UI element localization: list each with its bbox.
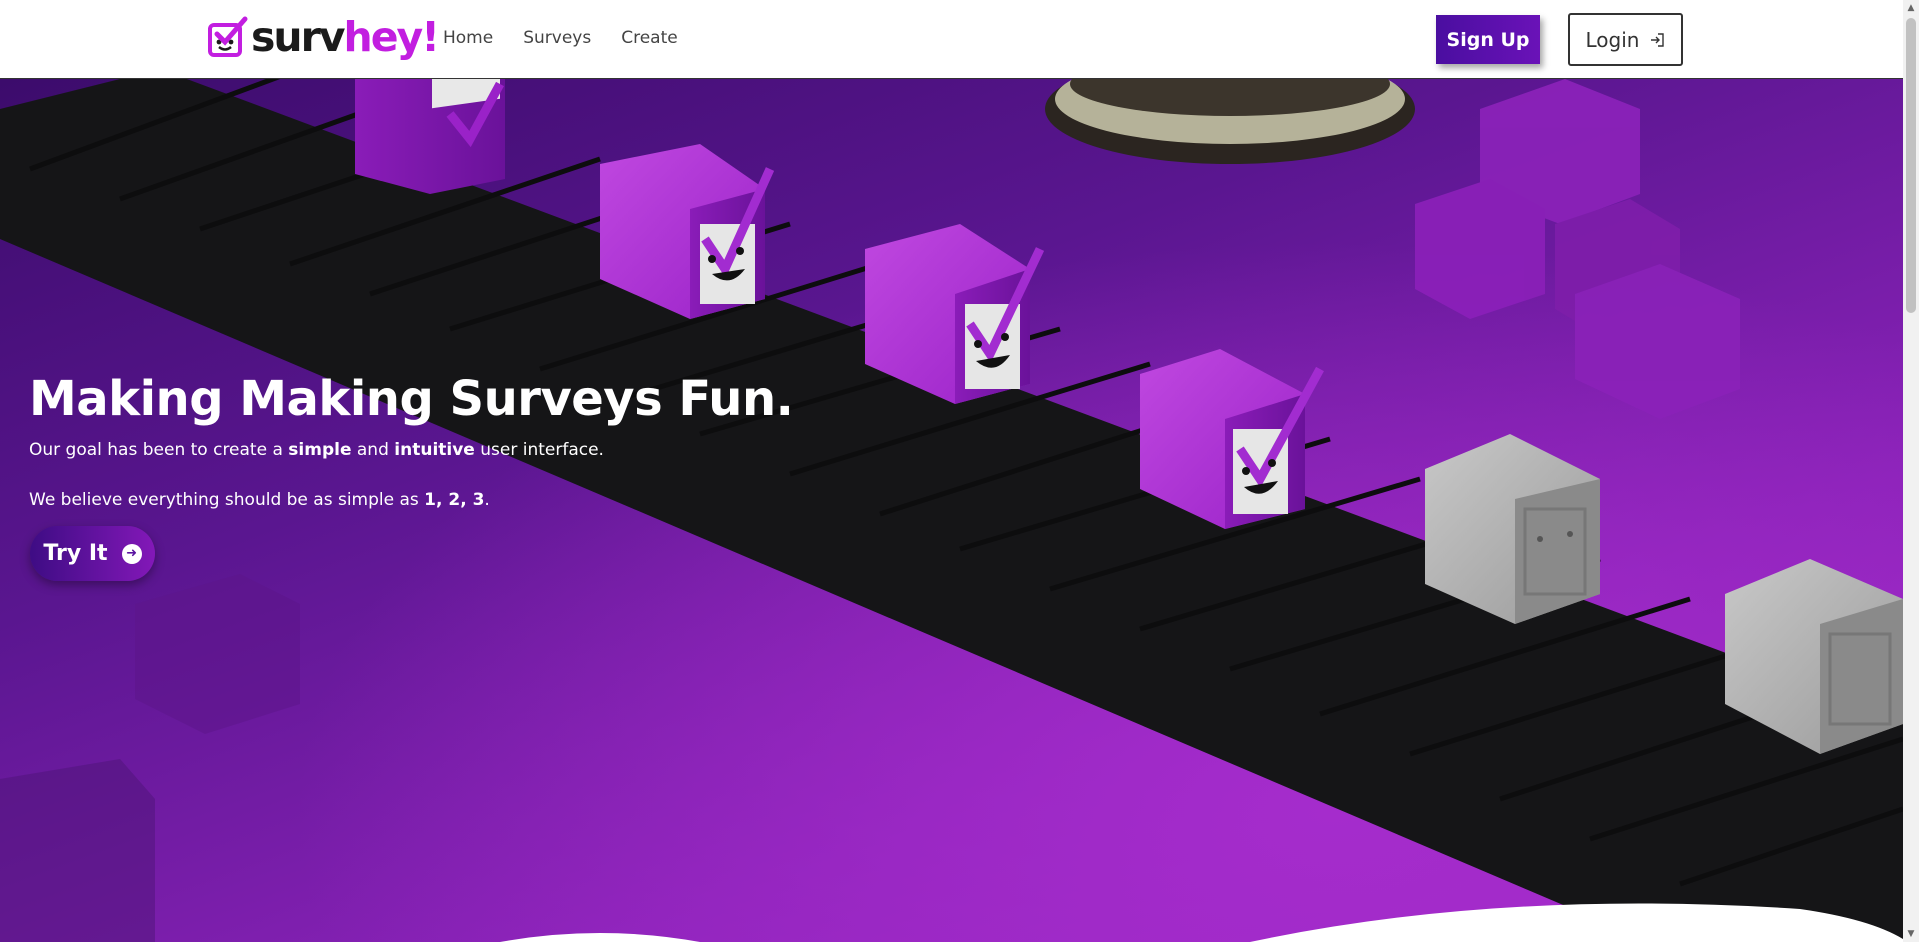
try-it-button[interactable]: Try It ➜ (30, 526, 155, 581)
hero-title: Making Making Surveys Fun. (29, 371, 794, 427)
checkbox-face-icon (208, 16, 248, 57)
belief-part1: We believe everything should be as simpl… (29, 490, 425, 510)
gray-cube-1 (1425, 434, 1600, 624)
belief-part2: . (484, 490, 490, 510)
hero-belief: We believe everything should be as simpl… (29, 489, 793, 511)
glass-ring (1045, 79, 1415, 164)
login-label: Login (1585, 27, 1640, 52)
brand-name-part2: hey! (343, 13, 440, 61)
login-arrow-icon (1651, 32, 1665, 47)
scroll-down-arrow-icon[interactable]: ▼ (1903, 926, 1919, 942)
nav-link-surveys[interactable]: Surveys (523, 28, 591, 48)
sign-up-button[interactable]: Sign Up (1436, 15, 1540, 64)
navbar: survhey! Home Surveys Create Sign Up Log… (0, 0, 1903, 79)
page-scrollbar[interactable]: ▲ ▼ (1903, 0, 1919, 942)
scroll-up-arrow-icon[interactable]: ▲ (1903, 0, 1919, 16)
faint-cube-left (135, 574, 300, 734)
brand-name: survhey! (251, 13, 440, 61)
tagline-part3: user interface. (474, 440, 604, 460)
brand-logo[interactable]: survhey! (207, 13, 440, 61)
faint-cube-bottom (0, 759, 155, 942)
arrow-right-circle-icon: ➜ (121, 543, 142, 564)
brand-name-part1: surv (251, 13, 346, 61)
hero-section: Making Making Surveys Fun. Our goal has … (0, 79, 1903, 942)
purple-cube-1 (355, 79, 505, 194)
belief-123: 1, 2, 3 (424, 490, 485, 510)
hero-content: Making Making Surveys Fun. Our goal has … (29, 369, 794, 511)
nav-link-home[interactable]: Home (443, 28, 493, 48)
bottom-wave (500, 903, 1903, 942)
hero-tagline: Our goal has been to create a simple and… (29, 439, 793, 461)
cube-stack (1415, 79, 1740, 419)
tagline-intuitive: intuitive (394, 440, 475, 460)
tagline-part1: Our goal has been to create a (29, 440, 289, 460)
nav-link-create[interactable]: Create (621, 28, 678, 48)
tagline-part2: and (351, 440, 395, 460)
login-button[interactable]: Login (1568, 13, 1683, 66)
try-it-label: Try It (43, 541, 108, 566)
tagline-simple: simple (288, 440, 352, 460)
scrollbar-thumb[interactable] (1906, 18, 1916, 313)
nav-links: Home Surveys Create (443, 28, 678, 48)
